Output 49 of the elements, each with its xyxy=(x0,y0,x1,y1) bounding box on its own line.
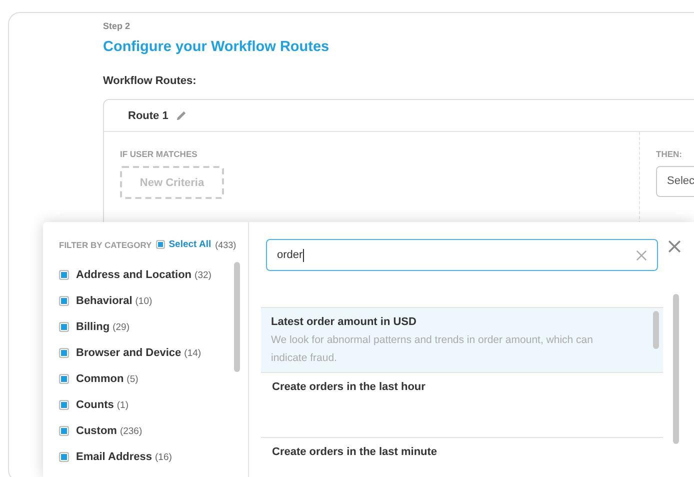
scrollbar-thumb[interactable] xyxy=(653,311,659,349)
category-checkbox[interactable] xyxy=(59,452,69,462)
then-label: THEN: xyxy=(656,149,683,159)
category-count: (236) xyxy=(120,426,142,436)
category-name: Custom xyxy=(76,425,117,437)
category-checkbox[interactable] xyxy=(59,374,69,384)
category-checkbox[interactable] xyxy=(59,296,69,306)
action-select[interactable]: Selec xyxy=(656,166,694,197)
category-name: Common xyxy=(76,373,124,385)
search-field[interactable]: order xyxy=(266,239,658,271)
pencil-icon[interactable] xyxy=(176,110,188,121)
category-count: (16) xyxy=(155,452,172,462)
route-name: Route 1 xyxy=(128,110,168,122)
category-name: Counts xyxy=(76,399,114,411)
category-count: (1) xyxy=(116,400,129,410)
category-name: Address and Location xyxy=(76,269,192,281)
category-checkbox[interactable] xyxy=(59,322,69,332)
category-name: Billing xyxy=(76,321,110,333)
result-item[interactable]: Latest order amount in USD We look for abnormal patterns and trends in order amount, which can indicate fraud. xyxy=(261,307,663,372)
category-count: (29) xyxy=(112,322,130,332)
filter-heading: FILTER BY CATEGORY xyxy=(59,240,152,250)
category-count: (5) xyxy=(126,374,138,384)
result-title: Create orders in the last hour xyxy=(272,381,426,393)
category-name: Email Address xyxy=(76,451,152,463)
scrollbar-thumb[interactable] xyxy=(673,294,679,444)
category-count: (32) xyxy=(194,270,212,280)
category-count: (14) xyxy=(184,348,202,358)
category-name: Behavioral xyxy=(76,295,132,307)
category-checkbox[interactable] xyxy=(59,348,69,358)
category-checkbox[interactable] xyxy=(59,400,69,410)
result-description: We look for abnormal patterns and trends in order amount, which can indicate fraud. xyxy=(271,333,594,366)
scrollbar-thumb[interactable] xyxy=(234,262,240,372)
close-icon[interactable] xyxy=(668,240,681,253)
clear-icon[interactable] xyxy=(636,250,647,260)
category-count: (10) xyxy=(135,296,152,306)
step-label: Step 2 xyxy=(103,21,132,31)
select-all-checkbox[interactable] xyxy=(156,240,165,249)
category-checkbox[interactable] xyxy=(59,270,69,280)
category-checkbox[interactable] xyxy=(59,426,69,436)
condition-label: IF USER MATCHES xyxy=(120,149,198,159)
category-name: Browser and Device xyxy=(76,347,182,359)
total-count: (433) xyxy=(215,240,236,250)
result-title: Create orders in the last minute xyxy=(272,446,438,458)
page-title: Configure your Workflow Routes xyxy=(103,39,330,55)
select-all-link[interactable]: Select All xyxy=(168,239,212,250)
result-item[interactable]: Create orders in the last minute xyxy=(261,437,663,477)
section-label: Workflow Routes: xyxy=(103,75,198,87)
result-item[interactable]: Create orders in the last hour xyxy=(261,372,663,437)
result-title: Latest order amount in USD xyxy=(271,316,418,328)
